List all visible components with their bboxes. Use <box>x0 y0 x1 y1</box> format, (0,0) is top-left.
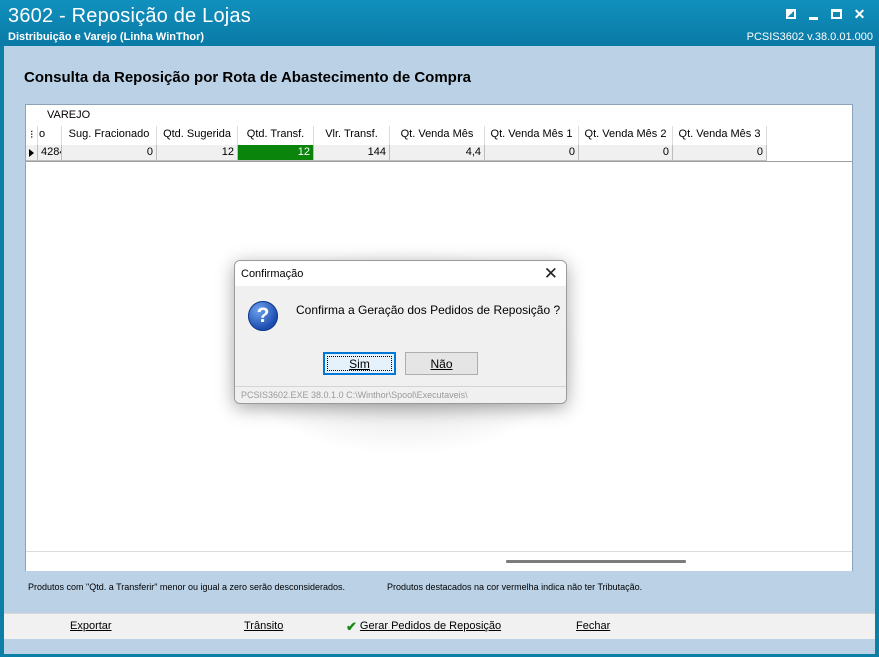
dialog-body: ? Confirma a Geração dos Pedidos de Repo… <box>235 286 566 388</box>
restore-icon[interactable] <box>779 6 802 22</box>
table-cell[interactable]: 0 <box>62 145 157 161</box>
generate-label: Gerar Pedidos de Reposição <box>359 620 502 632</box>
table-cell[interactable]: 12 <box>157 145 238 161</box>
table-cell[interactable]: 0 <box>485 145 579 161</box>
export-button[interactable]: Exportar <box>70 620 112 632</box>
minimize-icon[interactable] <box>802 6 825 22</box>
column-header[interactable]: Qt. Venda Mês <box>390 126 485 145</box>
column-header[interactable]: Qt. Venda Mês 1 <box>485 126 579 145</box>
grid-divider <box>26 161 852 162</box>
note-tax: Produtos destacados na cor vermelha indi… <box>387 582 643 592</box>
bottom-toolbar: Exportar Trânsito ✔ Gerar Pedidos de Rep… <box>4 613 875 639</box>
window-controls: ✕ <box>779 6 871 22</box>
row-indicator-icon <box>26 145 38 161</box>
yes-button[interactable]: Sim <box>323 352 396 375</box>
column-header[interactable]: Sug. Fracionado <box>62 126 157 145</box>
no-button[interactable]: Não <box>405 352 478 375</box>
grid-group-label: VAREJO <box>47 109 91 121</box>
generate-orders-button[interactable]: ✔ Gerar Pedidos de Reposição <box>346 618 502 634</box>
no-label: Não <box>430 356 453 371</box>
column-header[interactable]: Qt. Venda Mês 2 <box>579 126 673 145</box>
app-version: PCSIS3602 v.38.0.01.000 <box>746 31 873 43</box>
close-label: Fechar <box>576 620 611 632</box>
transit-button[interactable]: Trânsito <box>244 620 283 632</box>
page-title: Consulta da Reposição por Rota de Abaste… <box>24 69 472 86</box>
confirmation-dialog: Confirmação ✕ ? Confirma a Geração dos P… <box>234 260 567 404</box>
close-button[interactable]: Fechar <box>576 620 610 632</box>
check-icon: ✔ <box>346 618 357 634</box>
table-cell[interactable]: 4284 <box>38 145 62 161</box>
yes-label: Sim <box>349 356 370 371</box>
dialog-message: Confirma a Geração dos Pedidos de Reposi… <box>296 303 561 317</box>
dialog-title: Confirmação <box>241 268 304 280</box>
export-label: Exportar <box>70 620 112 632</box>
column-header-indicator[interactable]: ⁝ <box>26 126 38 145</box>
maximize-icon[interactable] <box>825 6 848 22</box>
close-icon[interactable]: ✕ <box>544 264 558 284</box>
dialog-footer: PCSIS3602.EXE 38.0.1.0 C:\Winthor\Spool\… <box>235 386 566 403</box>
table-cell[interactable]: 4,4 <box>390 145 485 161</box>
note-transfer: Produtos com "Qtd. a Transferir" menor o… <box>28 582 346 592</box>
column-header[interactable]: Qtd. Sugerida <box>157 126 238 145</box>
column-header[interactable]: Qtd. Transf. <box>238 126 314 145</box>
app-subtitle: Distribuição e Varejo (Linha WinThor) <box>8 31 205 43</box>
table-cell-highlighted[interactable]: 12 <box>238 145 314 161</box>
table-cell[interactable]: 144 <box>314 145 390 161</box>
table-cell[interactable]: 0 <box>579 145 673 161</box>
question-icon: ? <box>248 301 278 331</box>
app-title: 3602 - Reposição de Lojas <box>8 5 251 27</box>
close-icon[interactable]: ✕ <box>848 6 871 22</box>
table-cell[interactable]: 0 <box>673 145 767 161</box>
table-row[interactable]: 4284 0 12 12 144 4,4 0 0 0 <box>26 145 767 161</box>
executable-path: PCSIS3602.EXE 38.0.1.0 C:\Winthor\Spool\… <box>241 390 468 400</box>
transit-label: Trânsito <box>244 620 284 632</box>
scrollbar-thumb[interactable] <box>506 560 686 563</box>
title-bar: 3602 - Reposição de Lojas Distribuição e… <box>0 0 879 46</box>
column-header[interactable]: Qt. Venda Mês 3 <box>673 126 767 145</box>
grid-header: ⁝ o Sug. Fracionado Qtd. Sugerida Qtd. T… <box>26 126 767 145</box>
horizontal-scrollbar[interactable] <box>26 551 852 571</box>
column-header[interactable]: o <box>38 126 62 145</box>
dialog-title-bar: Confirmação ✕ <box>235 261 566 286</box>
column-header[interactable]: Vlr. Transf. <box>314 126 390 145</box>
